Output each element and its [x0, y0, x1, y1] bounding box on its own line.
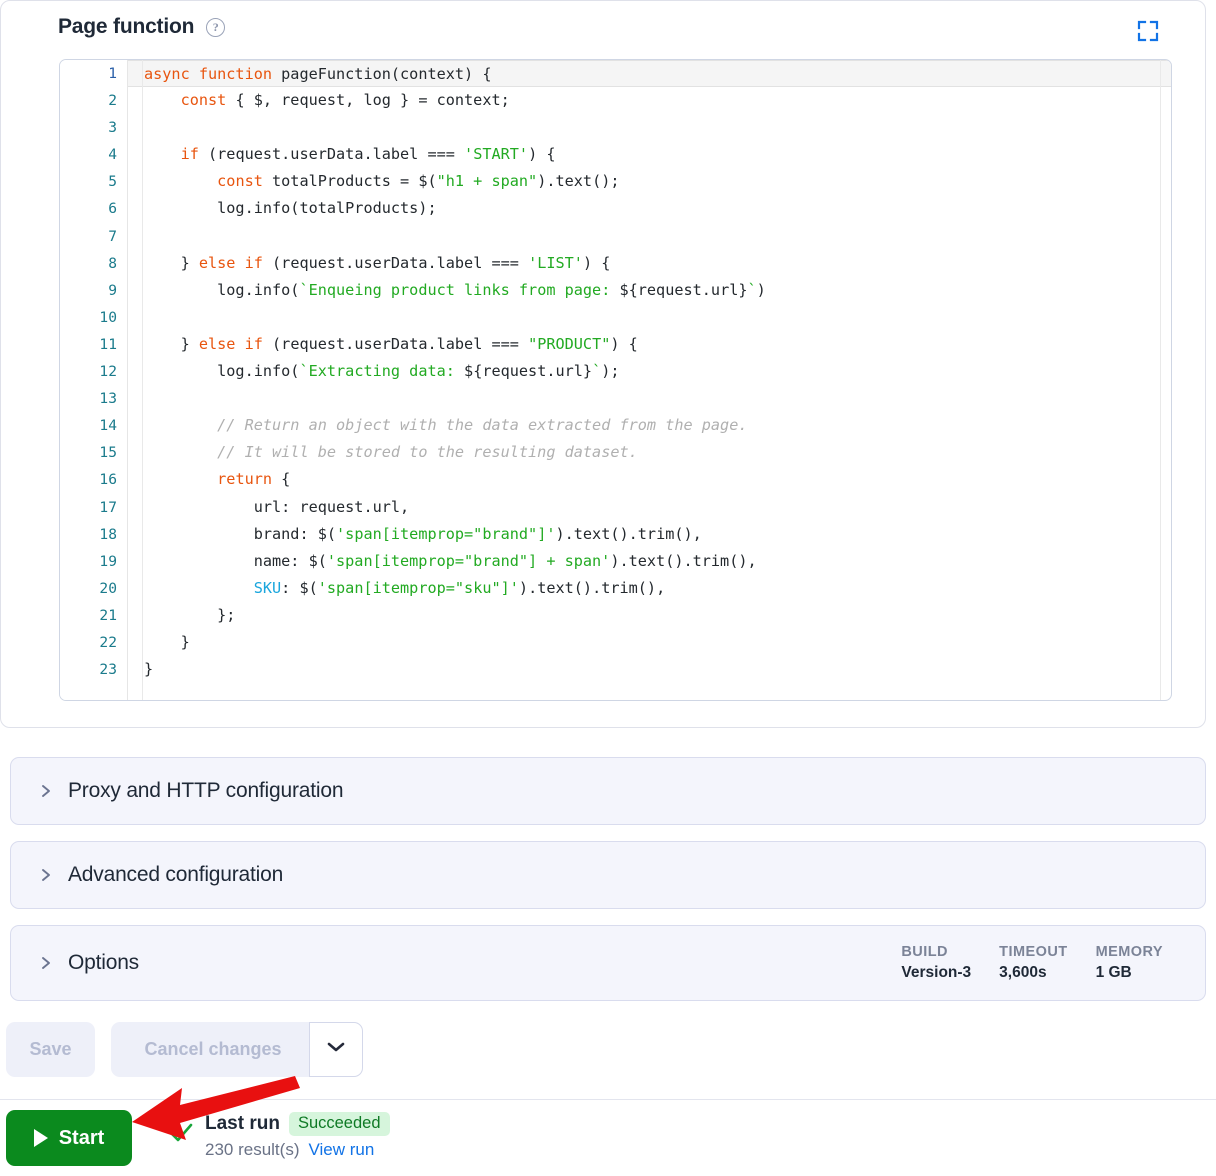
line-number: 1 — [60, 60, 127, 87]
stat-key: MEMORY — [1096, 944, 1163, 960]
options-stats: BUILD Version-3 TIMEOUT 3,600s MEMORY 1 … — [901, 944, 1163, 982]
section-proxy-and-http-configuration[interactable]: Proxy and HTTP configuration — [10, 757, 1206, 825]
line-number: 6 — [60, 195, 127, 222]
line-number: 9 — [60, 277, 127, 304]
bottom-bar-divider — [0, 1099, 1216, 1100]
line-number: 10 — [60, 304, 127, 331]
check-icon — [168, 1122, 194, 1149]
section-label: Proxy and HTTP configuration — [68, 779, 343, 803]
line-number: 23 — [60, 656, 127, 683]
code-line: log.info(`Extracting data: ${request.url… — [128, 358, 1171, 385]
code-line: } else if (request.userData.label === "P… — [128, 331, 1171, 358]
line-number: 18 — [60, 521, 127, 548]
start-button-label: Start — [59, 1127, 105, 1150]
fullscreen-icon[interactable] — [1137, 20, 1159, 42]
code-line: } — [128, 629, 1171, 656]
chevron-down-icon — [326, 1040, 346, 1059]
page-function-card: Page function ? 123456789101112131415161… — [0, 0, 1206, 728]
line-number: 15 — [60, 439, 127, 466]
stat-value: 3,600s — [999, 964, 1067, 982]
code-line: // Return an object with the data extrac… — [128, 412, 1171, 439]
section-label: Advanced configuration — [68, 863, 283, 887]
code-line — [128, 385, 1171, 412]
view-run-link[interactable]: View run — [308, 1140, 374, 1160]
line-number: 12 — [60, 358, 127, 385]
line-number: 19 — [60, 548, 127, 575]
chevron-right-icon — [39, 868, 53, 882]
stat-value: 1 GB — [1096, 964, 1163, 982]
line-number: 4 — [60, 141, 127, 168]
start-button[interactable]: Start — [6, 1110, 132, 1166]
editor-code-area[interactable]: async function pageFunction(context) { c… — [128, 60, 1171, 700]
page-function-code-editor[interactable]: 1234567891011121314151617181920212223 as… — [59, 59, 1172, 701]
line-number: 14 — [60, 412, 127, 439]
code-line: name: $('span[itemprop="brand"] + span')… — [128, 548, 1171, 575]
line-number: 21 — [60, 602, 127, 629]
option-stat-memory: MEMORY 1 GB — [1096, 944, 1163, 982]
code-line: return { — [128, 466, 1171, 493]
code-line: brand: $('span[itemprop="brand"]').text(… — [128, 521, 1171, 548]
line-number: 8 — [60, 250, 127, 277]
section-label: Options — [68, 951, 139, 975]
code-line: async function pageFunction(context) { — [128, 60, 1171, 87]
code-line: }; — [128, 602, 1171, 629]
line-number: 3 — [60, 114, 127, 141]
code-line: const totalProducts = $("h1 + span").tex… — [128, 168, 1171, 195]
code-line — [128, 114, 1171, 141]
line-number: 13 — [60, 385, 127, 412]
code-line: SKU: $('span[itemprop="sku"]').text().tr… — [128, 575, 1171, 602]
status-badge: Succeeded — [289, 1112, 390, 1136]
line-number: 7 — [60, 223, 127, 250]
code-line — [128, 223, 1171, 250]
option-stat-timeout: TIMEOUT 3,600s — [999, 944, 1067, 982]
code-line: } — [128, 656, 1171, 683]
code-line: url: request.url, — [128, 494, 1171, 521]
save-button[interactable]: Save — [6, 1022, 95, 1077]
code-line: } else if (request.userData.label === 'L… — [128, 250, 1171, 277]
stat-key: TIMEOUT — [999, 944, 1067, 960]
code-line: log.info(totalProducts); — [128, 195, 1171, 222]
line-number: 20 — [60, 575, 127, 602]
line-number: 2 — [60, 87, 127, 114]
line-number: 5 — [60, 168, 127, 195]
chevron-right-icon — [39, 784, 53, 798]
actions-dropdown-button[interactable] — [309, 1022, 363, 1077]
page-root: Page function ? 123456789101112131415161… — [0, 0, 1216, 1176]
play-icon — [34, 1129, 48, 1147]
section-advanced-configuration[interactable]: Advanced configuration — [10, 841, 1206, 909]
code-line — [128, 304, 1171, 331]
editor-scrollbar[interactable] — [1157, 60, 1171, 700]
run-results-count: 230 result(s) — [205, 1140, 299, 1160]
code-line: log.info(`Enqueing product links from pa… — [128, 277, 1171, 304]
code-line: const { $, request, log } = context; — [128, 87, 1171, 114]
code-line: // It will be stored to the resulting da… — [128, 439, 1171, 466]
cancel-changes-button[interactable]: Cancel changes — [111, 1022, 315, 1077]
section-options[interactable]: Options BUILD Version-3 TIMEOUT 3,600s M… — [10, 925, 1206, 1001]
page-title: Page function — [58, 15, 194, 39]
line-number: 11 — [60, 331, 127, 358]
chevron-right-icon — [39, 956, 53, 970]
option-stat-build: BUILD Version-3 — [901, 944, 971, 982]
line-number: 22 — [60, 629, 127, 656]
stat-value: Version-3 — [901, 964, 971, 982]
stat-key: BUILD — [901, 944, 971, 960]
code-line: if (request.userData.label === 'START') … — [128, 141, 1171, 168]
question-circle-icon[interactable]: ? — [206, 18, 225, 37]
last-run-info: Last run Succeeded 230 result(s) View ru… — [205, 1112, 390, 1160]
line-number: 17 — [60, 494, 127, 521]
editor-line-number-gutter: 1234567891011121314151617181920212223 — [60, 60, 128, 700]
line-number: 16 — [60, 466, 127, 493]
page-function-header: Page function ? — [58, 15, 225, 39]
last-run-label: Last run — [205, 1113, 280, 1135]
